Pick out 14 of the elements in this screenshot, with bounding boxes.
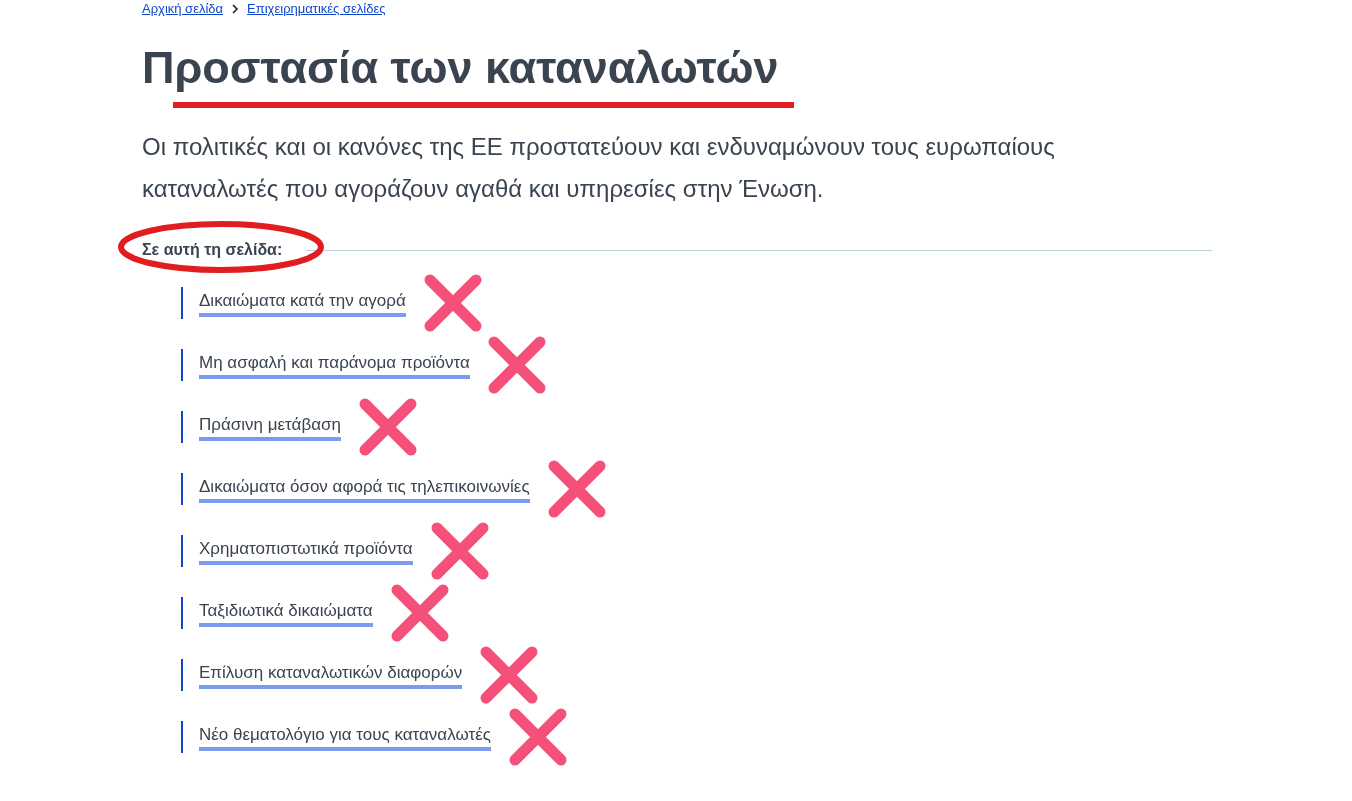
intro-paragraph: Οι πολιτικές και οι κανόνες της ΕΕ προστατεύουν και ενδυναμώνουν τους ευρωπαίους καταναλωτές που αγοράζουν αγαθά και υπηρεσίες στην Ένωση. (142, 132, 1056, 204)
page-section-link[interactable]: Δικαιώματα κατά την αγορά (199, 289, 406, 317)
page-section-link[interactable]: Μη ασφαλή και παράνομα προϊόντα (199, 351, 470, 379)
breadcrumb-link[interactable]: Επιχειρηματικές σελίδες (247, 0, 386, 19)
section-heading: Σε αυτή τη σελίδα: (142, 241, 283, 258)
page-section-link[interactable]: Πράσινη μετάβαση (199, 413, 341, 441)
page-section-link[interactable]: Δικαιώματα όσον αφορά τις τηλεπικοινωνίες (199, 475, 530, 503)
page-section-link[interactable]: Νέο θεματολόγιο για τους καταναλωτές (199, 723, 491, 751)
breadcrumb-link[interactable]: Αρχική σελίδα (142, 0, 224, 19)
chevron-right-icon (231, 4, 240, 14)
page-title: Προστασία των καταναλωτών (142, 41, 779, 95)
page-section-link[interactable]: Χρηματοπιστωτικά προϊόντα (199, 537, 413, 565)
page-section-link[interactable]: Ταξιδιωτικά δικαιώματα (199, 599, 373, 627)
page-section-link[interactable]: Επίλυση καταναλωτικών διαφορών (199, 661, 463, 689)
